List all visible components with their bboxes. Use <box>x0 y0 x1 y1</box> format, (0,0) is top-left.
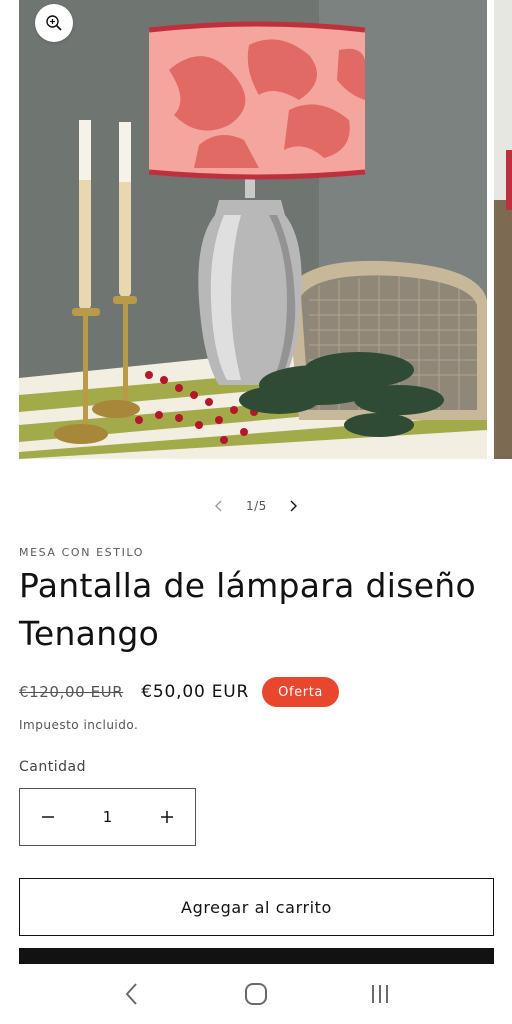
chevron-right-icon <box>290 500 297 512</box>
quantity-input[interactable] <box>76 789 139 845</box>
nav-back-button[interactable] <box>107 969 157 1019</box>
sale-price: €50,00 EUR <box>141 682 250 702</box>
nav-home-button[interactable] <box>231 969 281 1019</box>
buy-now-button[interactable] <box>19 948 494 964</box>
decrease-quantity-button[interactable] <box>20 789 76 845</box>
product-title: Pantalla de lámpara diseño Tenango <box>19 566 477 653</box>
gallery-pager: 1/5 <box>0 490 512 522</box>
minus-icon <box>42 816 54 818</box>
tax-note: Impuesto incluido. <box>19 718 139 732</box>
quantity-label: Cantidad <box>19 759 86 775</box>
regular-price: €120,00 EUR <box>19 683 124 701</box>
product-vendor: MESA CON ESTILO <box>19 546 145 559</box>
recents-icon <box>372 985 388 1003</box>
sale-badge: Oferta <box>262 677 339 707</box>
zoom-button[interactable] <box>35 4 73 42</box>
chevron-left-icon <box>215 500 222 512</box>
next-image-preview[interactable] <box>494 0 512 459</box>
next-image-illustration <box>494 0 512 459</box>
zoom-in-icon <box>46 15 62 31</box>
next-slide-button[interactable] <box>266 490 320 522</box>
product-gallery <box>0 0 512 470</box>
product-photo-illustration <box>19 0 487 459</box>
system-nav-bar <box>0 964 512 1024</box>
nav-recents-button[interactable] <box>355 969 405 1019</box>
back-icon <box>125 983 137 1005</box>
slide-counter: 1/5 <box>246 499 267 513</box>
product-image[interactable] <box>19 0 487 459</box>
plus-icon <box>161 811 173 823</box>
increase-quantity-button[interactable] <box>139 789 195 845</box>
previous-slide-button[interactable] <box>192 490 246 522</box>
price-row: €120,00 EUR €50,00 EUR Oferta <box>19 677 339 707</box>
home-icon <box>245 983 267 1005</box>
add-to-cart-button[interactable]: Agregar al carrito <box>19 878 494 936</box>
quantity-stepper <box>19 788 196 846</box>
